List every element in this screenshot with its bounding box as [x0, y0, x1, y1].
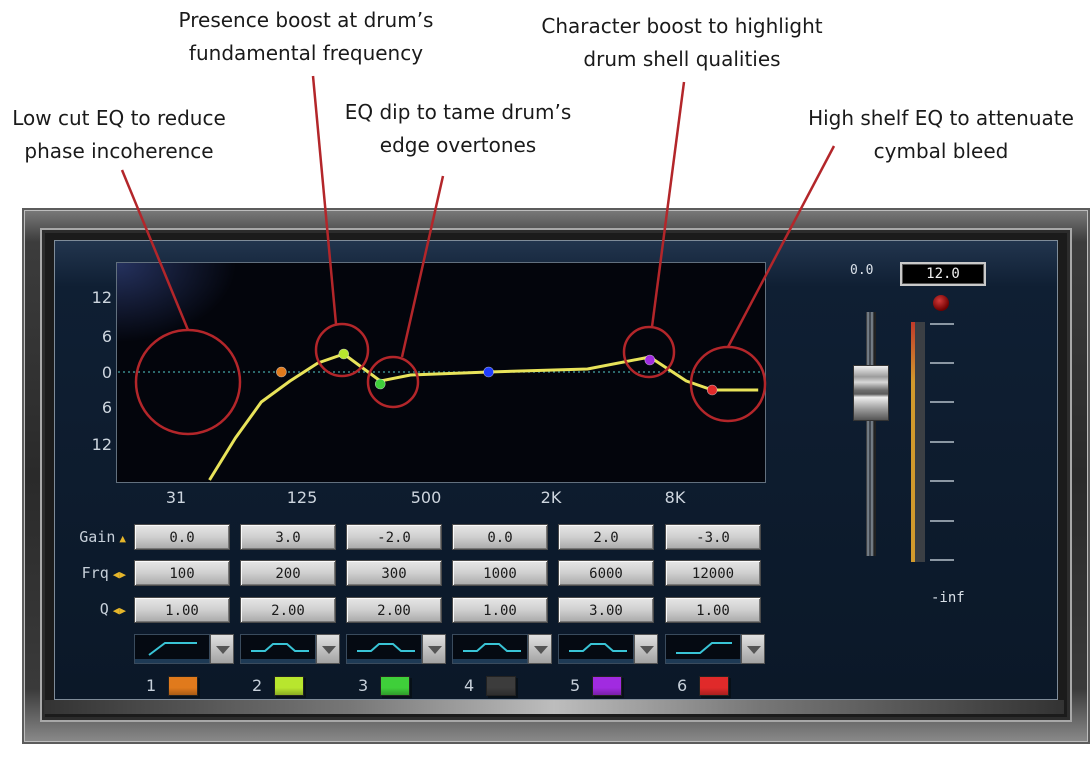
meter-tick — [930, 520, 954, 522]
frequency-field[interactable]: 1000 — [452, 560, 548, 586]
chevron-down-icon — [534, 646, 548, 654]
band-number: 2 — [252, 676, 263, 695]
band-node-3[interactable] — [374, 378, 386, 390]
meter-tick — [930, 480, 954, 482]
frequency-field[interactable]: 100 — [134, 560, 230, 586]
fader-value: 0.0 — [850, 263, 874, 278]
band-enable-toggle[interactable] — [168, 676, 198, 696]
filter-type-dropdown[interactable] — [528, 634, 552, 664]
chevron-down-icon — [428, 646, 442, 654]
left-right-arrows-icon[interactable]: ◀▶ — [113, 604, 126, 617]
band-node-4[interactable] — [483, 366, 494, 378]
band-enable-toggle[interactable] — [274, 676, 304, 696]
filter-type-dropdown[interactable] — [210, 634, 234, 664]
q-field[interactable]: 2.00 — [240, 597, 336, 623]
filter-type-dropdown[interactable] — [422, 634, 446, 664]
band-number: 1 — [146, 676, 157, 695]
gain-field[interactable]: 0.0 — [134, 524, 230, 550]
band-node-6[interactable] — [706, 384, 718, 396]
clip-indicator-led[interactable] — [933, 295, 949, 311]
meter-tick — [930, 441, 954, 443]
gain-field[interactable]: -3.0 — [665, 524, 761, 550]
gain-field[interactable]: 0.0 — [452, 524, 548, 550]
filter-type-display[interactable] — [558, 634, 634, 664]
output-level-meter — [911, 322, 925, 562]
band-enable-toggle[interactable] — [699, 676, 729, 696]
band-node-2[interactable] — [338, 348, 350, 360]
meter-tick — [930, 323, 954, 325]
filter-type-display[interactable] — [346, 634, 422, 664]
q-field[interactable]: 1.00 — [134, 597, 230, 623]
callout-leader-low-cut — [120, 169, 190, 331]
q-label: Q — [99, 600, 109, 618]
output-fader-handle[interactable] — [853, 365, 889, 421]
band-node-1[interactable] — [276, 366, 287, 378]
gain-row-label: Gain ▲ — [52, 528, 126, 546]
frequency-field[interactable]: 6000 — [558, 560, 654, 586]
bell-filter-icon — [569, 643, 627, 652]
frequency-field[interactable]: 12000 — [665, 560, 761, 586]
filter-type-display[interactable] — [452, 634, 528, 664]
filter-type-dropdown[interactable] — [741, 634, 765, 664]
filter-type-dropdown[interactable] — [316, 634, 340, 664]
chevron-down-icon — [640, 646, 654, 654]
low-cut-filter-icon — [148, 642, 197, 656]
output-fader-track[interactable] — [866, 312, 876, 556]
gain-field[interactable]: 3.0 — [240, 524, 336, 550]
filter-type-display[interactable] — [665, 634, 741, 664]
bell-filter-icon — [463, 643, 521, 652]
band-node-5[interactable] — [644, 354, 656, 366]
filter-type-dropdown[interactable] — [634, 634, 658, 664]
gain-field[interactable]: -2.0 — [346, 524, 442, 550]
meter-tick — [930, 362, 954, 364]
up-down-arrows-icon[interactable]: ▲ — [119, 532, 126, 545]
band-enable-toggle[interactable] — [486, 676, 516, 696]
callout-circle-high-shelf — [689, 345, 767, 423]
callout-leader-dip — [400, 175, 445, 358]
frq-row-label: Frq ◀▶ — [52, 564, 126, 582]
left-right-arrows-icon[interactable]: ◀▶ — [113, 568, 126, 581]
q-field[interactable]: 1.00 — [665, 597, 761, 623]
q-field[interactable]: 1.00 — [452, 597, 548, 623]
chevron-down-icon — [747, 646, 761, 654]
band-number: 4 — [464, 676, 475, 695]
gain-field[interactable]: 2.0 — [558, 524, 654, 550]
filter-type-display[interactable] — [240, 634, 316, 664]
chevron-down-icon — [322, 646, 336, 654]
meter-tick — [930, 559, 954, 561]
callout-leader-high-shelf — [726, 145, 836, 348]
band-enable-toggle[interactable] — [592, 676, 622, 696]
callout-circle-character — [622, 325, 676, 379]
bell-filter-icon — [357, 643, 415, 652]
q-field[interactable]: 3.00 — [558, 597, 654, 623]
high-shelf-filter-icon — [676, 642, 732, 654]
callout-leader-presence — [311, 75, 338, 325]
q-row-label: Q ◀▶ — [52, 600, 126, 618]
band-number: 6 — [677, 676, 688, 695]
meter-bottom-label: -inf — [931, 590, 965, 606]
meter-fill — [911, 322, 915, 562]
bell-filter-icon — [251, 643, 309, 652]
gain-label: Gain — [79, 528, 116, 546]
band-number: 3 — [358, 676, 369, 695]
frequency-field[interactable]: 200 — [240, 560, 336, 586]
peak-value-display[interactable]: 12.0 — [900, 262, 986, 286]
callout-circle-low-cut — [134, 328, 242, 436]
meter-tick — [930, 401, 954, 403]
chevron-down-icon — [216, 646, 230, 654]
band-enable-toggle[interactable] — [380, 676, 410, 696]
frequency-field[interactable]: 300 — [346, 560, 442, 586]
q-field[interactable]: 2.00 — [346, 597, 442, 623]
callout-leader-character — [650, 81, 686, 328]
band-number: 5 — [570, 676, 581, 695]
frq-label: Frq — [81, 564, 109, 582]
filter-type-display[interactable] — [134, 634, 210, 664]
